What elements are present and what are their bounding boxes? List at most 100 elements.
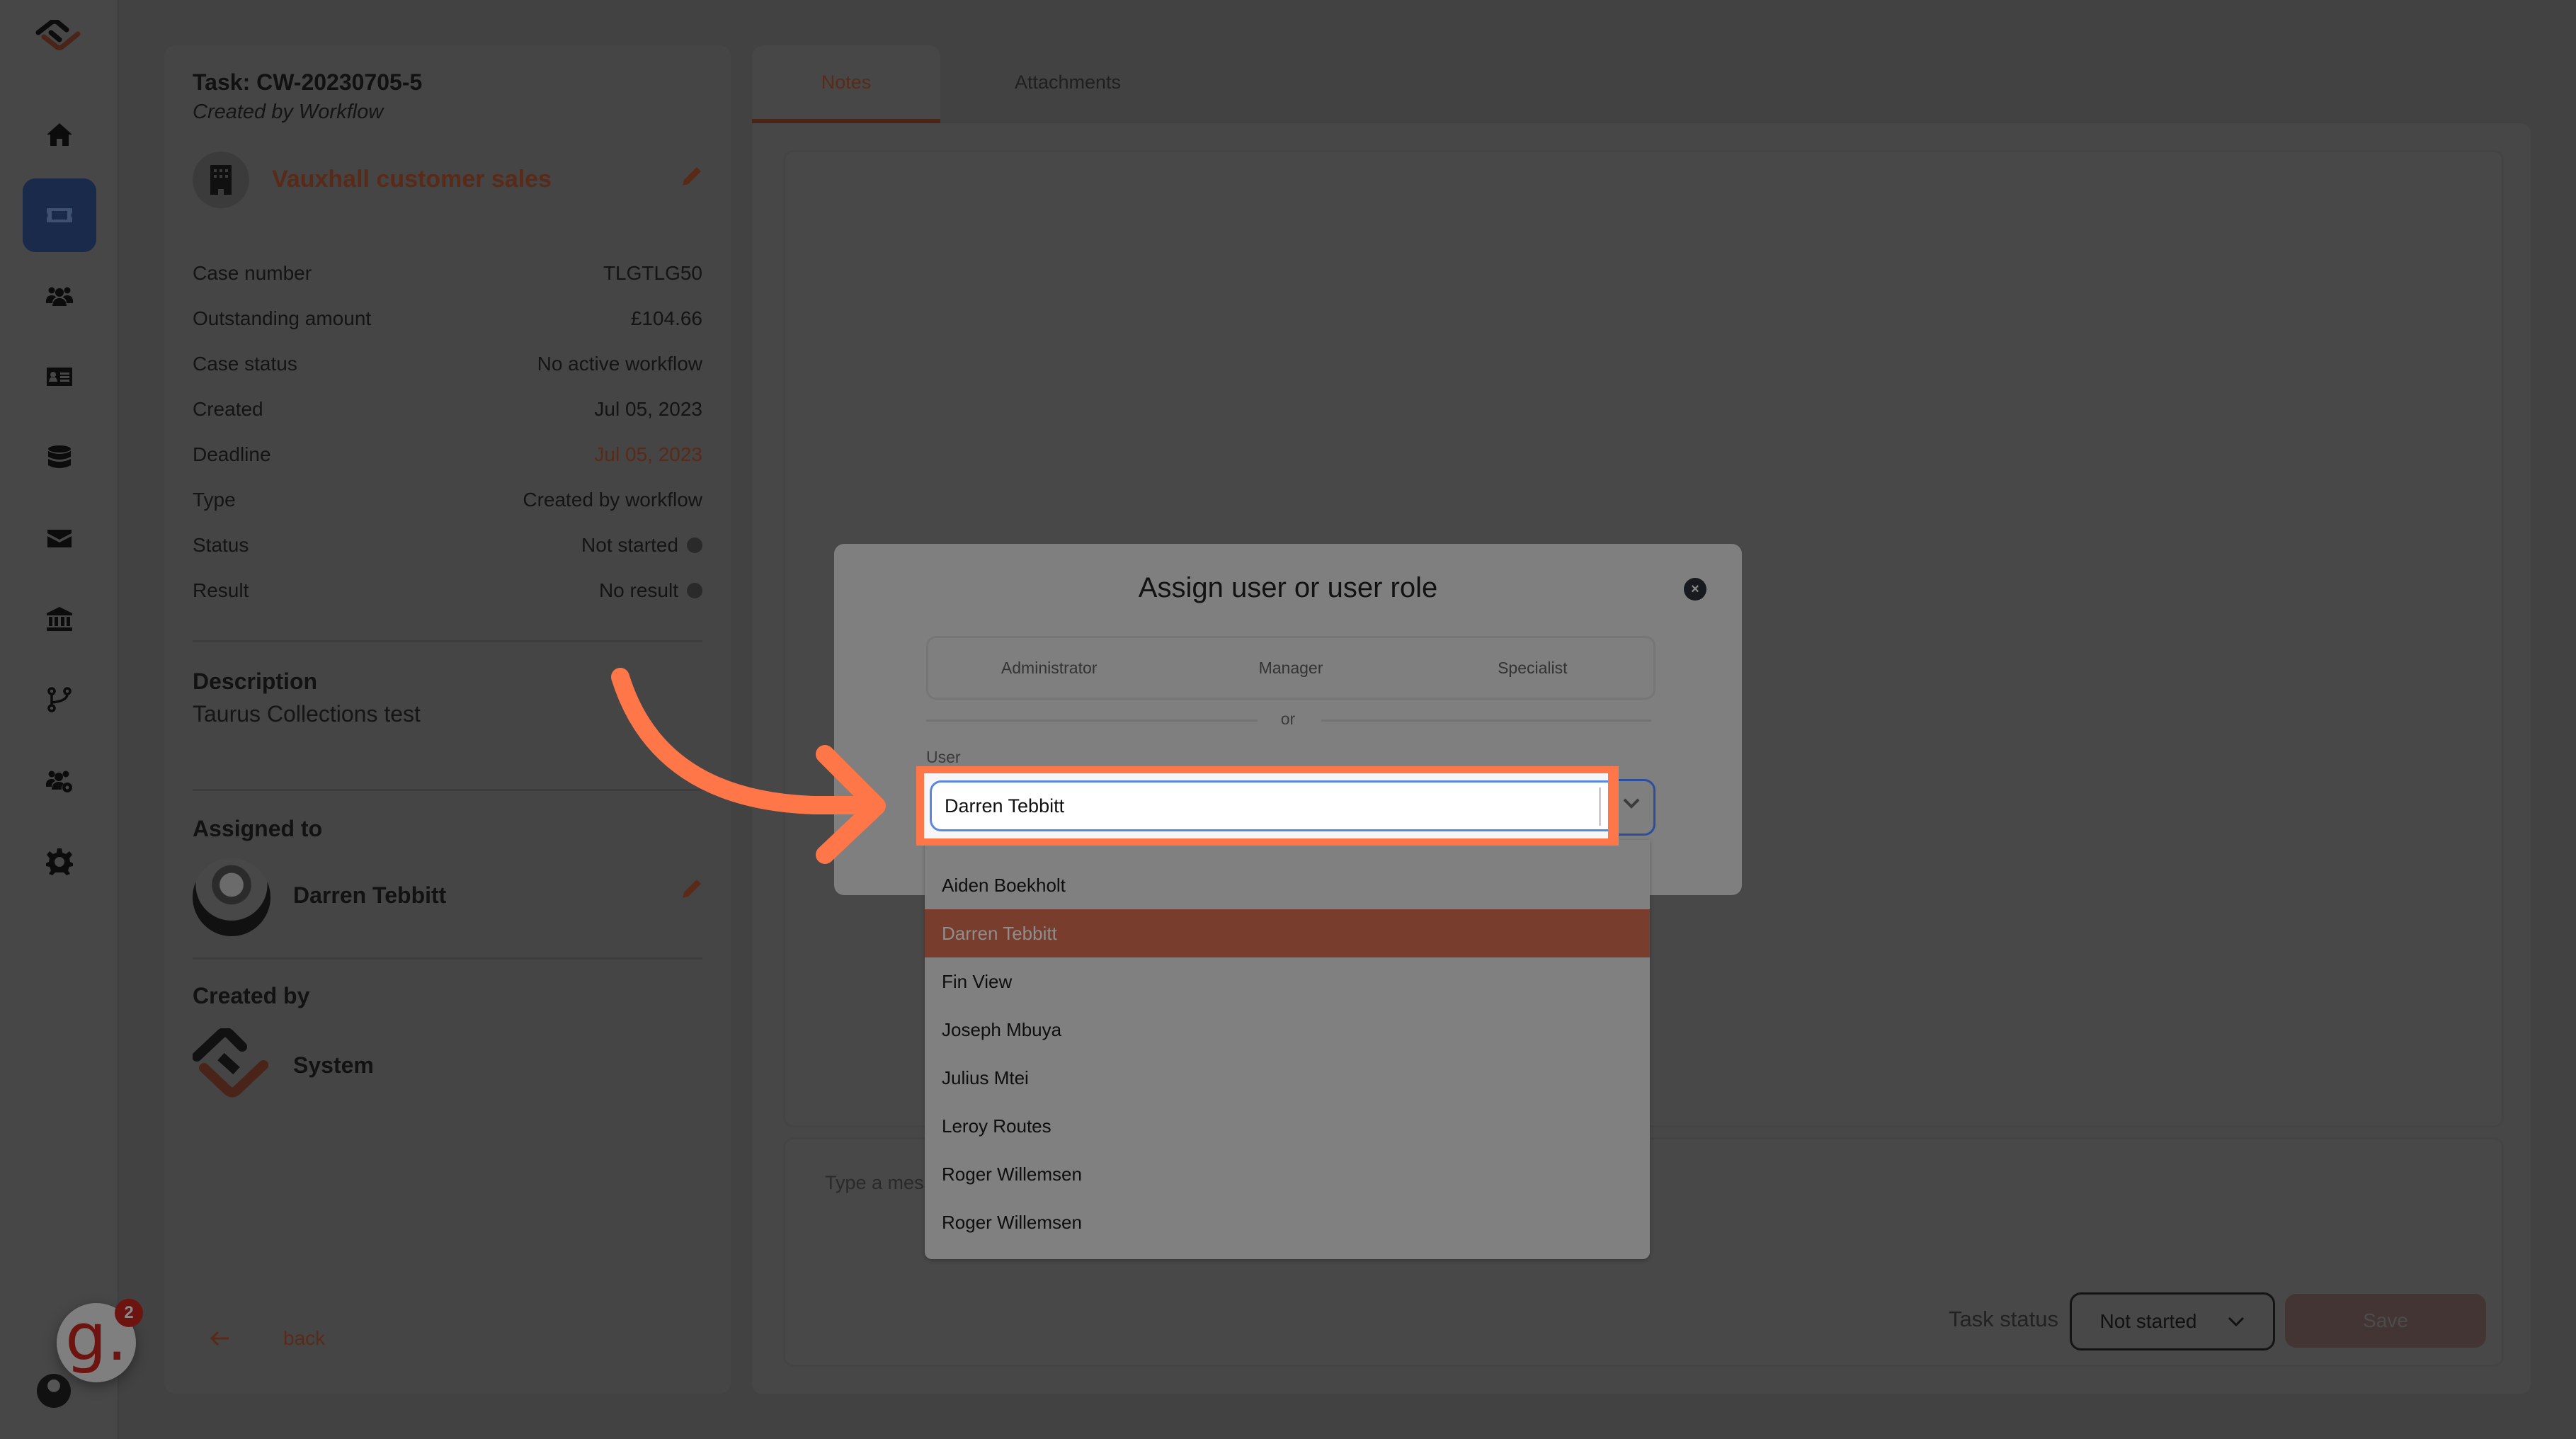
- info-label: Deadline: [193, 443, 271, 465]
- role-specialist[interactable]: Specialist: [1412, 638, 1653, 698]
- sidebar-item-contacts[interactable]: [23, 340, 96, 414]
- user-option-selected[interactable]: Darren Tebbitt: [925, 909, 1650, 957]
- input-separator: [1599, 787, 1601, 826]
- user-option[interactable]: Fin View: [925, 957, 1650, 1006]
- back-label: back: [283, 1327, 326, 1349]
- modal-title: Assign user or user role: [1138, 572, 1438, 603]
- info-row-type: Type Created by workflow: [193, 477, 702, 523]
- sidebar-item-customers[interactable]: [23, 259, 96, 333]
- chevron-down-icon[interactable]: [1622, 797, 1641, 809]
- role-selector: Administrator Manager Specialist: [926, 636, 1655, 700]
- info-row-outstanding-amount: Outstanding amount £104.66: [193, 296, 702, 341]
- info-label: Outstanding amount: [193, 307, 372, 329]
- user-option[interactable]: Julius Mtei: [925, 1054, 1650, 1102]
- bank-icon: [47, 607, 72, 631]
- info-value: No active workflow: [537, 353, 702, 375]
- task-info-list: Case number TLGTLG50 Outstanding amount …: [193, 251, 702, 613]
- info-row-deadline: Deadline Jul 05, 2023: [193, 432, 702, 477]
- users-gear-icon: [46, 770, 72, 792]
- app-logo-icon[interactable]: [35, 20, 82, 51]
- sidebar-item-bank[interactable]: [23, 582, 96, 656]
- user-option[interactable]: Steven Maas: [925, 1246, 1650, 1259]
- assigned-user-name: Darren Tebbitt: [293, 882, 447, 908]
- info-value: £104.66: [630, 307, 702, 329]
- created-by-name: System: [293, 1052, 374, 1078]
- task-status-label: Task status: [1948, 1307, 2058, 1331]
- notification-widget[interactable]: g. 2: [57, 1299, 143, 1382]
- sidebar-item-workflows[interactable]: [23, 663, 96, 736]
- sidebar-item-user-management[interactable]: [23, 744, 96, 817]
- divider: [193, 957, 702, 960]
- task-subtitle: Created by Workflow: [193, 101, 384, 123]
- user-options-list: Aiden Boekholt Darren Tebbitt Fin View J…: [925, 840, 1650, 1259]
- sidebar-item-database[interactable]: [23, 421, 96, 494]
- info-row-case-number: Case number TLGTLG50: [193, 251, 702, 296]
- task-status-select[interactable]: Not started: [2070, 1292, 2275, 1350]
- close-icon: ×: [1691, 581, 1699, 597]
- arrow-left-icon: [210, 1331, 229, 1346]
- description-heading: Description: [193, 669, 318, 694]
- info-label: Result: [193, 579, 249, 601]
- ticket-icon: [47, 208, 72, 222]
- highlight-inner: [924, 773, 1608, 838]
- status-text: Not started: [581, 534, 678, 556]
- role-administrator[interactable]: Administrator: [928, 638, 1170, 698]
- edit-company-button[interactable]: [681, 166, 702, 187]
- created-by-heading: Created by: [193, 983, 310, 1008]
- info-value: Created by workflow: [523, 489, 702, 511]
- task-title: Task: CW-20230705-5: [193, 69, 423, 95]
- or-separator: or: [1280, 710, 1296, 728]
- gear-icon: [46, 848, 73, 875]
- system-logo-icon: [193, 1028, 268, 1098]
- save-button[interactable]: Save: [2285, 1294, 2486, 1348]
- info-label: Case number: [193, 262, 312, 284]
- info-label: Case status: [193, 353, 297, 375]
- company-row: Vauxhall customer sales: [193, 152, 702, 208]
- info-label: Type: [193, 489, 236, 511]
- pencil-icon: [683, 167, 701, 186]
- status-value: Not started: [581, 534, 702, 557]
- sidebar-item-settings[interactable]: [23, 824, 96, 898]
- user-option[interactable]: Aiden Boekholt: [925, 861, 1650, 909]
- company-link[interactable]: Vauxhall customer sales: [272, 166, 552, 193]
- role-manager[interactable]: Manager: [1170, 638, 1411, 698]
- chevron-down-icon: [2228, 1316, 2245, 1327]
- tab-notes[interactable]: Notes: [752, 45, 940, 123]
- tab-attachments[interactable]: Attachments: [940, 45, 1195, 119]
- sidebar-item-home[interactable]: [23, 98, 96, 171]
- info-label: Status: [193, 534, 249, 556]
- annotation-arrow-icon: [611, 668, 886, 864]
- deadline-value: Jul 05, 2023: [594, 443, 702, 465]
- highlight-frame: [916, 766, 1619, 846]
- user-option[interactable]: Roger Willemsen: [925, 1150, 1650, 1198]
- database-icon: [48, 445, 71, 468]
- user-avatar[interactable]: [37, 1374, 71, 1408]
- user-option[interactable]: Leroy Routes: [925, 1102, 1650, 1150]
- assigned-user-avatar: [193, 858, 270, 936]
- users-icon: [46, 287, 73, 306]
- user-search-input[interactable]: [930, 780, 1608, 831]
- building-icon: [210, 165, 232, 195]
- result-value: No result: [599, 579, 702, 602]
- sidebar: g. 2: [0, 0, 143, 1439]
- info-row-created: Created Jul 05, 2023: [193, 387, 702, 432]
- id-card-icon: [47, 368, 72, 386]
- envelope-icon: [47, 530, 72, 547]
- close-button[interactable]: ×: [1684, 578, 1706, 601]
- assigned-heading: Assigned to: [193, 816, 323, 841]
- tab-bar: Notes Attachments: [752, 45, 1195, 123]
- sidebar-item-messages[interactable]: [23, 501, 96, 575]
- description-text: Taurus Collections test: [193, 701, 421, 727]
- task-status-value: Not started: [2099, 1310, 2197, 1332]
- home-icon: [47, 123, 72, 146]
- created-by-user: System: [193, 1028, 702, 1106]
- back-link[interactable]: back: [210, 1327, 325, 1350]
- notification-count-badge: 2: [115, 1299, 143, 1327]
- sidebar-item-tasks[interactable]: [23, 178, 96, 252]
- user-option[interactable]: Roger Willemsen: [925, 1198, 1650, 1246]
- info-row-status: Status Not started: [193, 523, 702, 568]
- info-row-result: Result No result: [193, 568, 702, 613]
- info-value: TLGTLG50: [603, 262, 702, 284]
- info-value: Jul 05, 2023: [594, 398, 702, 420]
- user-option[interactable]: Joseph Mbuya: [925, 1006, 1650, 1054]
